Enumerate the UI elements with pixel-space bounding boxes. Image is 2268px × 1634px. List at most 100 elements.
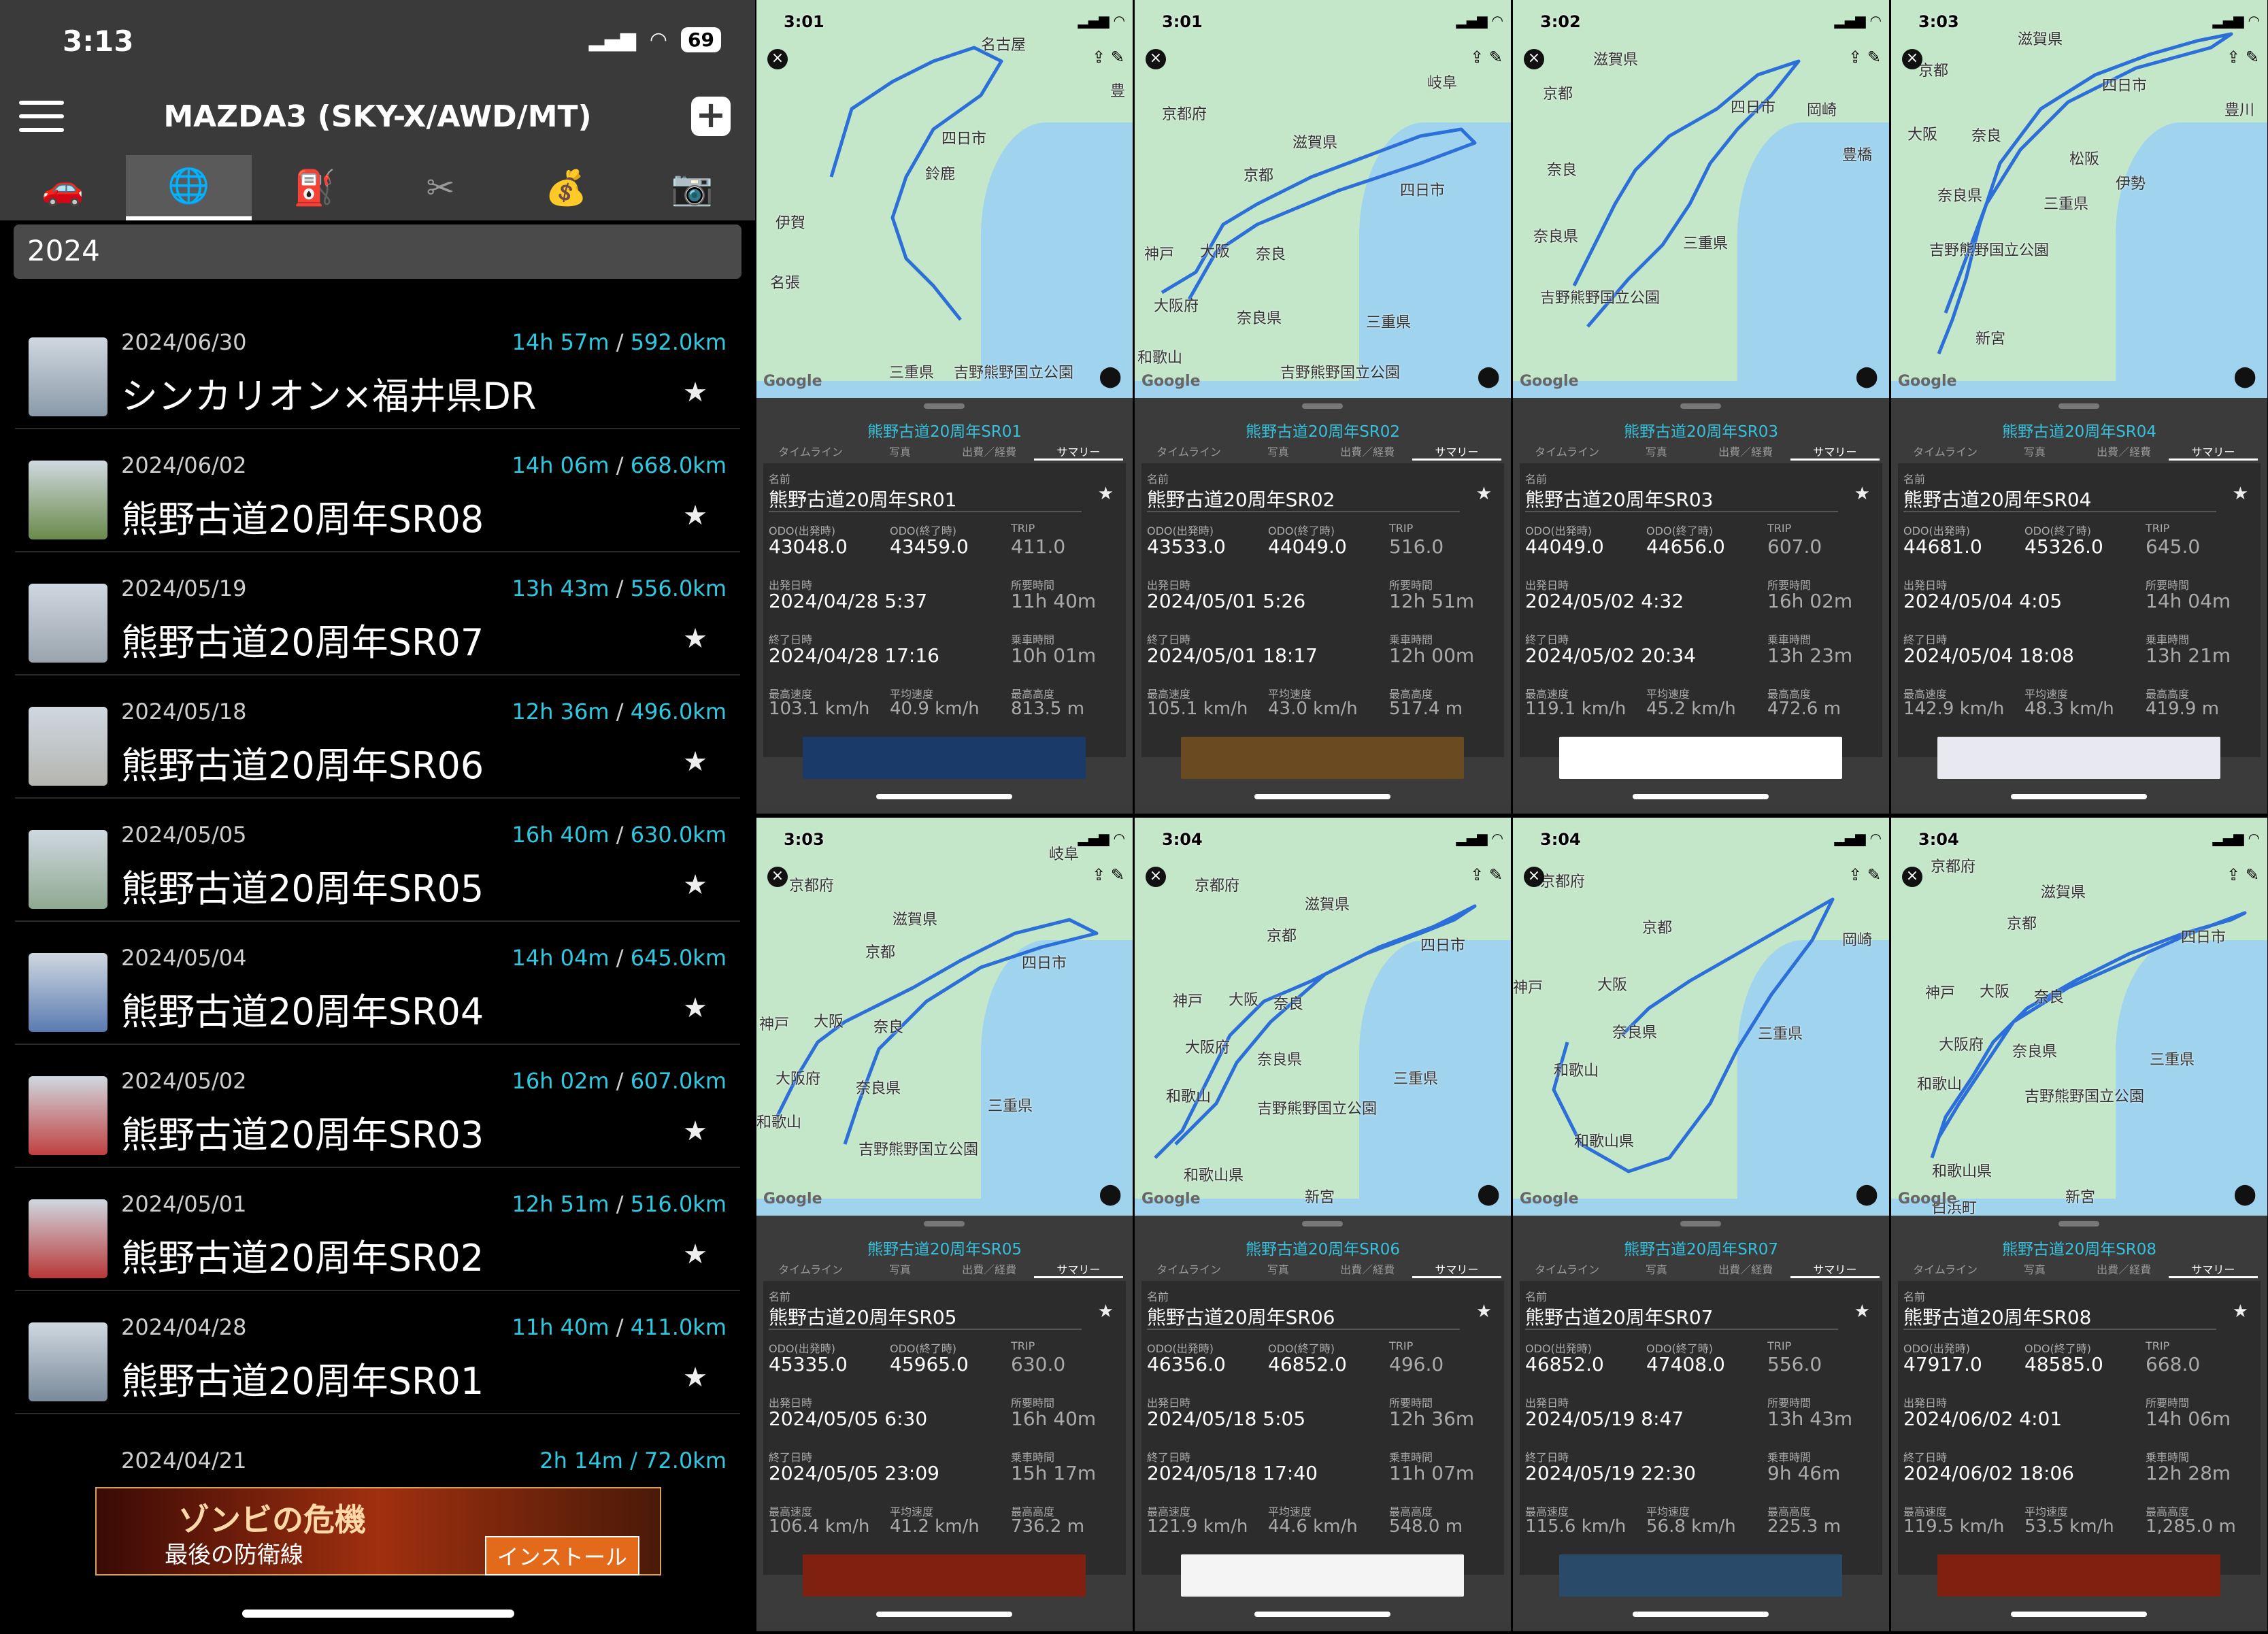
add-trip-button[interactable]: + — [691, 97, 731, 136]
tab-photos[interactable]: 写真 — [855, 443, 944, 461]
ad-banner[interactable] — [1559, 1554, 1842, 1597]
share-icon[interactable]: ⇪ — [1470, 865, 1484, 884]
star-icon[interactable]: ★ — [1098, 1301, 1114, 1322]
share-icon[interactable]: ⇪ — [2227, 48, 2240, 67]
share-icon[interactable]: ⇪ — [1092, 48, 1105, 67]
end-datetime-value[interactable]: 2024/05/19 22:30 — [1525, 1462, 1696, 1484]
route-map[interactable]: 名古屋 四日市 鈴鹿 伊賀 名張 三重県 吉野熊野国立公園 豊 3:01 ▂▄▆ ◠ × ⇪ ✎ Goo… — [756, 0, 1133, 398]
edit-icon[interactable]: ✎ — [1111, 865, 1124, 884]
start-datetime-value[interactable]: 2024/05/19 8:47 — [1525, 1407, 1684, 1430]
route-map[interactable]: 京都府 滋賀県 京都 四日市 神戸 大阪 奈良 大阪府 奈良県 三重県 和歌山 吉野熊野国立公園 岐阜 3… — [1135, 0, 1511, 398]
star-icon[interactable]: ★ — [2233, 484, 2248, 504]
edit-icon[interactable]: ✎ — [1867, 865, 1881, 884]
star-icon[interactable]: ★ — [1854, 484, 1870, 504]
sheet-handle[interactable] — [1302, 1221, 1343, 1227]
tab-timeline[interactable]: タイムライン — [766, 1261, 855, 1278]
tab-summary[interactable]: サマリー — [1412, 1261, 1501, 1278]
tab-summary[interactable]: サマリー — [1033, 443, 1123, 461]
star-icon[interactable]: ★ — [683, 1116, 707, 1147]
tab-timeline[interactable]: タイムライン — [1522, 443, 1612, 461]
tab-summary[interactable]: サマリー — [2168, 1261, 2258, 1278]
route-map[interactable]: 滋賀県 京都 四日市 大阪 奈良 松阪 伊勢 奈良県 三重県 吉野熊野国立公園 新宮 豊川 3:03 ▂▄… — [1891, 0, 2267, 398]
end-datetime-value[interactable]: 2024/05/04 18:08 — [1903, 644, 2074, 667]
sheet-handle[interactable] — [2058, 1221, 2099, 1227]
car-icon[interactable]: 🚗 — [0, 155, 126, 220]
star-icon[interactable]: ★ — [683, 377, 707, 408]
tab-photos[interactable]: 写真 — [1233, 443, 1322, 461]
tab-expenses[interactable]: 出費／経費 — [1323, 1261, 1412, 1278]
star-icon[interactable]: ★ — [683, 500, 707, 531]
close-icon[interactable]: × — [767, 49, 788, 69]
start-datetime-value[interactable]: 2024/05/01 5:26 — [1147, 590, 1305, 612]
tab-photos[interactable]: 写真 — [1612, 1261, 1701, 1278]
trip-row[interactable]: 2024/05/04 14h 04m / 645.0km 熊野古道20周年SR04 ★ — [15, 922, 740, 1045]
close-icon[interactable]: × — [1902, 49, 1922, 69]
edit-icon[interactable]: ✎ — [1489, 865, 1503, 884]
share-icon[interactable]: ⇪ — [1470, 48, 1484, 67]
odo-end-value[interactable]: 45326.0 — [2024, 535, 2103, 558]
map-tools[interactable]: ⇪ ✎ — [1470, 865, 1503, 884]
tab-expenses[interactable]: 出費／経費 — [1701, 1261, 1790, 1278]
star-icon[interactable]: ★ — [1476, 1301, 1492, 1322]
odo-start-value[interactable]: 43048.0 — [769, 535, 848, 558]
tab-expenses[interactable]: 出費／経費 — [1701, 443, 1790, 461]
share-icon[interactable]: ⇪ — [2227, 865, 2240, 884]
close-icon[interactable]: × — [1146, 49, 1166, 69]
trip-row[interactable]: 2024/05/05 16h 40m / 630.0km 熊野古道20周年SR05 ★ — [15, 799, 740, 922]
tab-timeline[interactable]: タイムライン — [1901, 1261, 1990, 1278]
trip-name-field[interactable]: 熊野古道20周年SR03 — [1525, 485, 1714, 512]
tab-expenses[interactable]: 出費／経費 — [945, 1261, 1034, 1278]
ad-banner[interactable] — [1937, 1554, 2220, 1597]
odo-end-value[interactable]: 46852.0 — [1268, 1353, 1347, 1375]
start-datetime-value[interactable]: 2024/05/04 4:05 — [1903, 590, 2062, 612]
ad-banner[interactable] — [803, 1554, 1086, 1597]
tab-summary[interactable]: サマリー — [1033, 1261, 1123, 1278]
odo-start-value[interactable]: 44049.0 — [1525, 535, 1604, 558]
odo-end-value[interactable]: 48585.0 — [2024, 1353, 2103, 1375]
location-pin-icon[interactable]: ⬤ — [1855, 365, 1878, 388]
odo-start-value[interactable]: 46852.0 — [1525, 1353, 1604, 1375]
trip-row[interactable]: 2024/06/30 14h 57m / 592.0km シンカリオン×福井県DR ★ — [15, 306, 740, 429]
trip-row[interactable]: 2024/06/02 14h 06m / 668.0km 熊野古道20周年SR08 ★ — [15, 429, 740, 552]
tab-timeline[interactable]: タイムライン — [1144, 1261, 1233, 1278]
route-map[interactable]: 滋賀県 京都 四日市 岡崎 奈良 奈良県 三重県 吉野熊野国立公園 豊橋 3:02 ▂▄▆ ◠ × ⇪ … — [1513, 0, 1889, 398]
trip-row[interactable]: 2024/05/18 12h 36m / 496.0km 熊野古道20周年SR06 ★ — [15, 676, 740, 799]
edit-icon[interactable]: ✎ — [2246, 865, 2259, 884]
start-datetime-value[interactable]: 2024/04/28 5:37 — [769, 590, 927, 612]
close-icon[interactable]: × — [1146, 867, 1166, 887]
start-datetime-value[interactable]: 2024/05/18 5:05 — [1147, 1407, 1305, 1430]
tab-expenses[interactable]: 出費／経費 — [945, 443, 1034, 461]
trip-name-field[interactable]: 熊野古道20周年SR07 — [1525, 1303, 1714, 1330]
start-datetime-value[interactable]: 2024/05/05 6:30 — [769, 1407, 927, 1430]
end-datetime-value[interactable]: 2024/05/02 20:34 — [1525, 644, 1696, 667]
route-map[interactable]: 京都府 滋賀県 京都 四日市 神戸 大阪 奈良 大阪府 奈良県 三重県 和歌山 吉野熊野国立公園 岐阜 3… — [756, 818, 1133, 1216]
odo-end-value[interactable]: 44656.0 — [1646, 535, 1725, 558]
star-icon[interactable]: ★ — [2233, 1301, 2248, 1322]
tab-photos[interactable]: 写真 — [1612, 443, 1701, 461]
star-icon[interactable]: ★ — [683, 1362, 707, 1393]
edit-icon[interactable]: ✎ — [2246, 48, 2259, 67]
end-datetime-value[interactable]: 2024/05/01 18:17 — [1147, 644, 1318, 667]
trip-row[interactable]: 2024/05/01 12h 51m / 516.0km 熊野古道20周年SR02 ★ — [15, 1168, 740, 1291]
map-tools[interactable]: ⇪ ✎ — [2227, 865, 2259, 884]
tab-summary[interactable]: サマリー — [1790, 443, 1880, 461]
trip-row[interactable]: 2024/04/28 11h 40m / 411.0km 熊野古道20周年SR01 ★ — [15, 1291, 740, 1414]
trip-row[interactable]: 2024/05/02 16h 02m / 607.0km 熊野古道20周年SR03 ★ — [15, 1045, 740, 1168]
star-icon[interactable]: ★ — [1854, 1301, 1870, 1322]
route-map[interactable]: 京都府 滋賀県 京都 四日市 神戸 大阪 奈良 大阪府 奈良県 三重県 和歌山 吉野熊野国立公園 和歌山… — [1891, 818, 2267, 1216]
tab-summary[interactable]: サマリー — [1790, 1261, 1880, 1278]
year-filter[interactable]: 2024 — [14, 224, 741, 279]
money-bag-icon[interactable]: 💰 — [503, 155, 629, 220]
map-tools[interactable]: ⇪ ✎ — [1848, 865, 1881, 884]
map-tools[interactable]: ⇪ ✎ — [2227, 48, 2259, 67]
end-datetime-value[interactable]: 2024/06/02 18:06 — [1903, 1462, 2074, 1484]
tab-expenses[interactable]: 出費／経費 — [1323, 443, 1412, 461]
ad-banner[interactable]: ゾンビの危機 最後の防衛線 インストール — [95, 1487, 661, 1575]
odo-start-value[interactable]: 43533.0 — [1147, 535, 1226, 558]
tab-timeline[interactable]: タイムライン — [1522, 1261, 1612, 1278]
odo-start-value[interactable]: 45335.0 — [769, 1353, 848, 1375]
location-pin-icon[interactable]: ⬤ — [1477, 365, 1500, 388]
close-icon[interactable]: × — [1902, 867, 1922, 887]
star-icon[interactable]: ★ — [683, 993, 707, 1024]
tab-summary[interactable]: サマリー — [1412, 443, 1501, 461]
